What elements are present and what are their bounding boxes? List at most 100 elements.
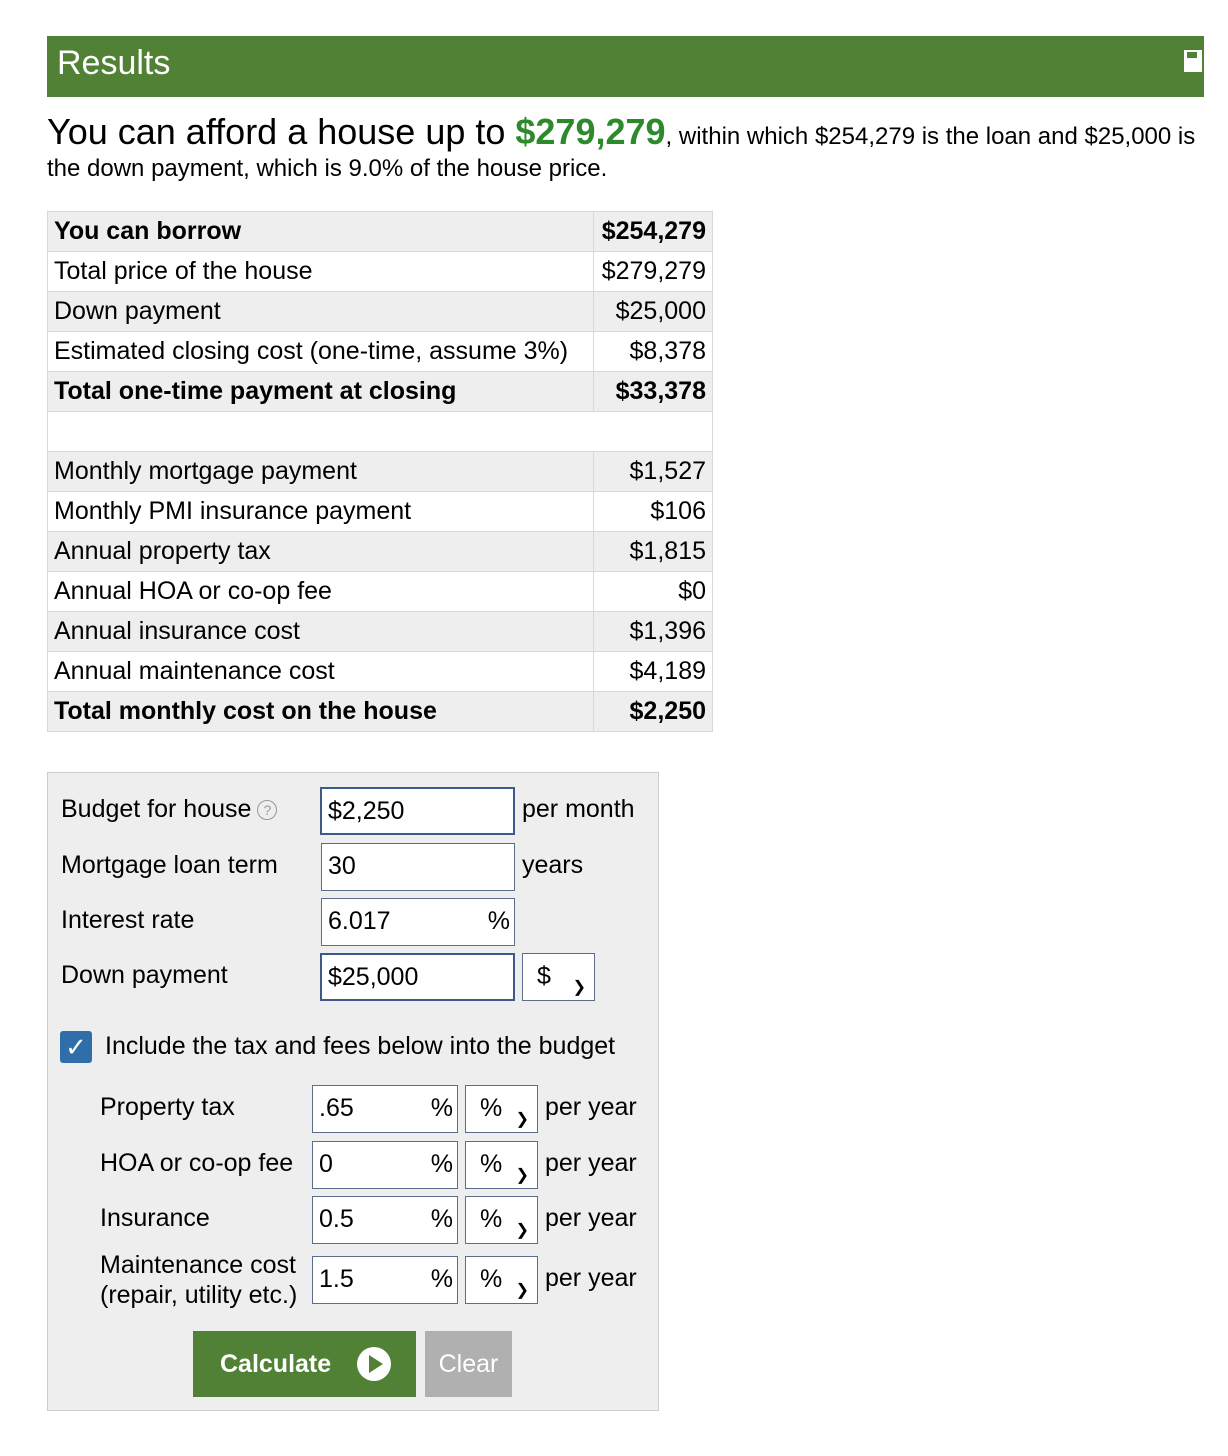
interest-rate-label: Interest rate	[61, 906, 195, 934]
chevron-down-icon: ❯	[515, 1222, 529, 1239]
loan-term-input[interactable]: 30	[321, 843, 515, 891]
hoa-fee-unit-select[interactable]: % ❯	[465, 1141, 538, 1189]
insurance-unit-select[interactable]: % ❯	[465, 1196, 538, 1244]
interest-rate-value: 6.017	[328, 907, 391, 935]
row-label: Total monthly cost on the house	[47, 691, 594, 732]
select-value: %	[480, 1205, 503, 1233]
help-icon[interactable]: ?	[257, 800, 278, 821]
row-label: Annual maintenance cost	[47, 651, 594, 692]
table-row: Annual HOA or co-op fee $0	[47, 571, 713, 612]
interest-rate-input[interactable]: 6.017 %	[321, 898, 515, 946]
maintenance-input[interactable]: 1.5 %	[312, 1256, 458, 1304]
chevron-down-icon: ❯	[515, 1167, 529, 1184]
include-fees-checkbox[interactable]: ✓	[60, 1031, 92, 1063]
chevron-down-icon: ❯	[515, 1111, 529, 1128]
table-row: Total monthly cost on the house $2,250	[47, 691, 713, 732]
chevron-down-icon: ❯	[572, 979, 586, 996]
hoa-fee-input[interactable]: 0 %	[312, 1141, 458, 1189]
row-label: Down payment	[47, 291, 594, 332]
select-value: $	[537, 962, 551, 990]
budget-label: Budget for house?	[61, 795, 278, 824]
row-label: Monthly mortgage payment	[47, 451, 594, 492]
row-label: Total one-time payment at closing	[47, 371, 594, 412]
select-value: %	[480, 1094, 503, 1122]
table-spacer-row	[47, 411, 713, 452]
calculate-label: Calculate	[220, 1350, 332, 1378]
down-payment-unit-select[interactable]: $ ❯	[522, 953, 595, 1001]
calculate-button[interactable]: Calculate	[193, 1331, 416, 1397]
checkmark-icon: ✓	[65, 1032, 87, 1062]
affordability-summary: You can afford a house up to $279,279, w…	[47, 114, 1207, 185]
row-label: Estimated closing cost (one-time, assume…	[47, 331, 594, 372]
row-value: $106	[593, 491, 713, 532]
budget-label-text: Budget for house	[61, 795, 252, 823]
row-value: $2,250	[593, 691, 713, 732]
loan-term-label: Mortgage loan term	[61, 851, 278, 879]
hoa-fee-unit: per year	[545, 1149, 637, 1177]
row-value: $1,396	[593, 611, 713, 652]
table-row: Estimated closing cost (one-time, assume…	[47, 331, 713, 372]
row-value: $25,000	[593, 291, 713, 332]
property-tax-unit: per year	[545, 1093, 637, 1121]
row-label: Annual HOA or co-op fee	[47, 571, 594, 612]
save-icon[interactable]	[1182, 48, 1204, 74]
down-payment-label: Down payment	[61, 961, 228, 989]
table-row: Annual property tax $1,815	[47, 531, 713, 572]
maintenance-label-line1: Maintenance cost	[100, 1251, 296, 1279]
insurance-label: Insurance	[100, 1204, 210, 1232]
include-fees-label: Include the tax and fees below into the …	[105, 1032, 616, 1060]
budget-unit: per month	[522, 795, 635, 823]
insurance-value: 0.5	[319, 1205, 354, 1233]
maintenance-label: Maintenance cost (repair, utility etc.)	[100, 1250, 297, 1310]
summary-prefix: You can afford a house up to	[47, 111, 516, 152]
calculator-form: Budget for house? $2,250 per month Mortg…	[47, 772, 659, 1411]
property-tax-value: .65	[319, 1094, 354, 1122]
select-value: %	[480, 1265, 503, 1293]
table-row: Total price of the house $279,279	[47, 251, 713, 292]
row-value: $33,378	[593, 371, 713, 412]
row-value: $279,279	[593, 251, 713, 292]
loan-term-unit: years	[522, 851, 584, 879]
chevron-down-icon: ❯	[515, 1282, 529, 1299]
percent-sign: %	[430, 1150, 453, 1178]
percent-sign: %	[430, 1265, 453, 1293]
table-row: Total one-time payment at closing $33,378	[47, 371, 713, 412]
table-row: You can borrow $254,279	[47, 211, 713, 252]
results-header: Results	[47, 36, 1204, 97]
insurance-input[interactable]: 0.5 %	[312, 1196, 458, 1244]
table-row: Annual maintenance cost $4,189	[47, 651, 713, 692]
row-value: $1,815	[593, 531, 713, 572]
percent-sign: %	[430, 1094, 453, 1122]
table-row: Annual insurance cost $1,396	[47, 611, 713, 652]
table-row: Monthly PMI insurance payment $106	[47, 491, 713, 532]
budget-input[interactable]: $2,250	[320, 787, 515, 835]
row-value: $254,279	[593, 211, 713, 252]
property-tax-input[interactable]: .65 %	[312, 1085, 458, 1133]
maintenance-unit: per year	[545, 1264, 637, 1292]
maintenance-value: 1.5	[319, 1265, 354, 1293]
maintenance-label-line2: (repair, utility etc.)	[100, 1281, 298, 1309]
hoa-fee-value: 0	[319, 1150, 333, 1178]
row-value: $1,527	[593, 451, 713, 492]
table-row: Monthly mortgage payment $1,527	[47, 451, 713, 492]
property-tax-unit-select[interactable]: % ❯	[465, 1085, 538, 1133]
row-value: $4,189	[593, 651, 713, 692]
maintenance-unit-select[interactable]: % ❯	[465, 1256, 538, 1304]
select-value: %	[480, 1150, 503, 1178]
row-value: $0	[593, 571, 713, 612]
property-tax-label: Property tax	[100, 1093, 235, 1121]
row-label: Total price of the house	[47, 251, 594, 292]
insurance-unit: per year	[545, 1204, 637, 1232]
play-icon	[357, 1347, 391, 1381]
table-row: Down payment $25,000	[47, 291, 713, 332]
clear-button[interactable]: Clear	[425, 1331, 512, 1397]
row-label: Annual insurance cost	[47, 611, 594, 652]
summary-house-price: $279,279	[515, 111, 666, 152]
row-label: You can borrow	[47, 211, 594, 252]
row-value: $8,378	[593, 331, 713, 372]
row-label: Annual property tax	[47, 531, 594, 572]
hoa-fee-label: HOA or co-op fee	[100, 1149, 294, 1177]
down-payment-input[interactable]: $25,000	[320, 953, 515, 1001]
results-title: Results	[57, 44, 171, 82]
row-label: Monthly PMI insurance payment	[47, 491, 594, 532]
